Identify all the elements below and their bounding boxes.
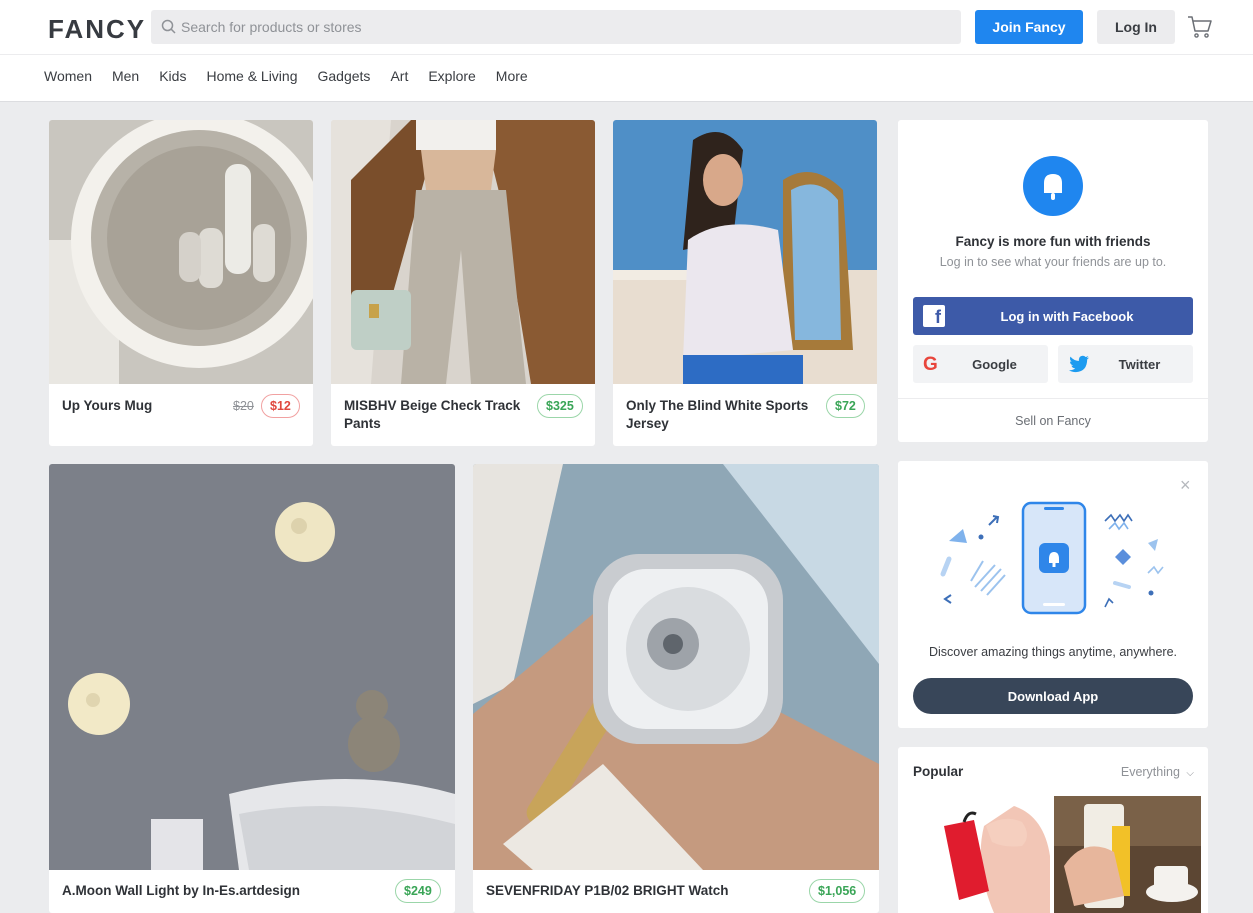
sell-on-fancy-link[interactable]: Sell on Fancy	[898, 414, 1208, 428]
login-subtext: Log in to see what your friends are up t…	[939, 255, 1167, 269]
nav-art[interactable]: Art	[390, 68, 408, 84]
google-icon: G	[923, 354, 938, 375]
product-card[interactable]: SEVENFRIDAY P1B/02 BRIGHT Watch $1,056	[473, 464, 879, 913]
popular-panel: Popular Everything ⌵	[898, 747, 1208, 913]
top-header: FANCY Join Fancy Log In Women Men Kids H…	[0, 0, 1253, 102]
product-card[interactable]: Up Yours Mug $20 $12	[49, 120, 313, 446]
popular-item-image[interactable]	[904, 796, 1050, 913]
nav-home-living[interactable]: Home & Living	[206, 68, 297, 84]
join-fancy-button[interactable]: Join Fancy	[975, 10, 1083, 44]
chevron-down-icon: ⌵	[1186, 768, 1194, 779]
price-badge: $72	[826, 394, 865, 418]
twitter-login-button[interactable]: Twitter	[1058, 345, 1193, 383]
popular-item-image[interactable]	[1054, 796, 1201, 913]
log-in-button[interactable]: Log In	[1097, 10, 1175, 44]
search-icon	[161, 19, 176, 34]
app-promo-text: Discover amazing things anytime, anywher…	[928, 645, 1178, 659]
nav-women[interactable]: Women	[44, 68, 92, 84]
fancy-popsicle-icon	[1044, 174, 1062, 200]
product-image[interactable]	[49, 120, 313, 384]
product-title[interactable]: A.Moon Wall Light by In-Es.artdesign	[62, 882, 300, 900]
product-image[interactable]	[613, 120, 877, 384]
product-title[interactable]: Only The Blind White Sports Jersey	[626, 397, 808, 433]
product-title[interactable]: MISBHV Beige Check Track Pants	[344, 397, 520, 433]
facebook-login-button[interactable]: f Log in with Facebook	[913, 297, 1193, 335]
download-app-panel: × Discover amazing things anytime, anywh…	[898, 461, 1208, 728]
nav-explore[interactable]: Explore	[428, 68, 475, 84]
nav-men[interactable]: Men	[112, 68, 139, 84]
search-bar[interactable]	[151, 10, 961, 44]
price-badge: $249	[395, 879, 441, 903]
product-card[interactable]: MISBHV Beige Check Track Pants $325	[331, 120, 595, 446]
nav-gadgets[interactable]: Gadgets	[318, 68, 371, 84]
product-card[interactable]: A.Moon Wall Light by In-Es.artdesign $24…	[49, 464, 455, 913]
shopping-cart-icon[interactable]	[1187, 15, 1213, 39]
panel-divider	[898, 398, 1208, 399]
facebook-icon: f	[923, 305, 945, 327]
header-divider	[0, 54, 1253, 55]
fancy-logo[interactable]: FANCY	[48, 14, 146, 45]
popular-title: Popular	[913, 764, 964, 779]
login-panel: Fancy is more fun with friends Log in to…	[898, 120, 1208, 442]
original-price: $20	[233, 399, 254, 413]
popular-filter-dropdown[interactable]: Everything ⌵	[1121, 765, 1194, 779]
nav-kids[interactable]: Kids	[159, 68, 186, 84]
product-image[interactable]	[473, 464, 879, 870]
close-icon[interactable]: ×	[1180, 475, 1191, 496]
price-badge: $325	[537, 394, 583, 418]
search-input[interactable]	[181, 10, 951, 44]
product-image[interactable]	[49, 464, 455, 870]
product-title[interactable]: Up Yours Mug	[62, 397, 152, 415]
nav-more[interactable]: More	[496, 68, 528, 84]
product-title[interactable]: SEVENFRIDAY P1B/02 BRIGHT Watch	[486, 882, 729, 900]
price-badge: $1,056	[809, 879, 866, 903]
twitter-icon	[1069, 355, 1089, 373]
sale-price-badge: $12	[261, 394, 300, 418]
category-nav: Women Men Kids Home & Living Gadgets Art…	[44, 68, 548, 84]
login-headline: Fancy is more fun with friends	[955, 234, 1151, 249]
phone-illustration	[940, 501, 1164, 615]
product-card[interactable]: Only The Blind White Sports Jersey $72	[613, 120, 877, 446]
product-image[interactable]	[331, 120, 595, 384]
fancy-brand-circle	[1023, 156, 1083, 216]
google-login-button[interactable]: G Google	[913, 345, 1048, 383]
download-app-button[interactable]: Download App	[913, 678, 1193, 714]
